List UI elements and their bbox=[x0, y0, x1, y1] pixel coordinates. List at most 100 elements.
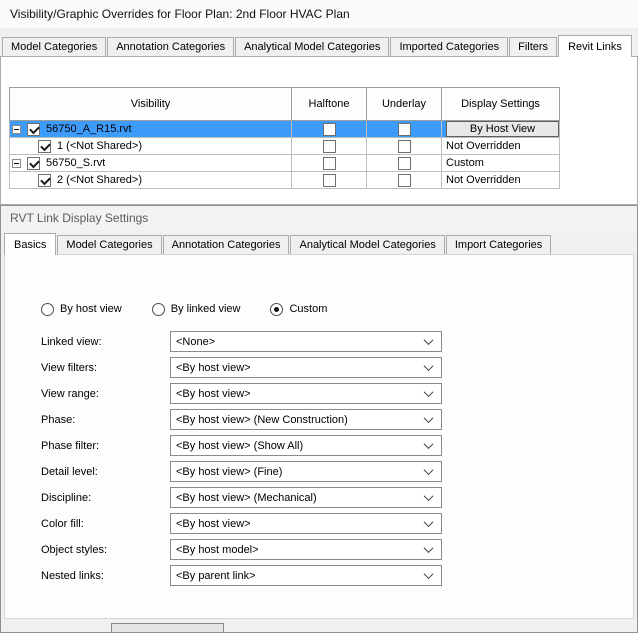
combo-discipline[interactable]: <By host view> (Mechanical) bbox=[170, 487, 442, 508]
link-row-instance-2[interactable]: 2 (<Not Shared>) Not Overridden bbox=[9, 171, 560, 189]
field-color-fill: Color fill: <By host view> bbox=[41, 513, 633, 534]
vg-titlebar: Visibility/Graphic Overrides for Floor P… bbox=[0, 0, 638, 28]
radio-label: By host view bbox=[60, 303, 122, 315]
underlay-checkbox[interactable] bbox=[397, 139, 411, 153]
combo-value: <By host model> bbox=[176, 543, 259, 556]
visibility-checkbox[interactable] bbox=[27, 156, 40, 170]
field-label: Linked view: bbox=[41, 335, 102, 348]
combo-value: <None> bbox=[176, 335, 216, 348]
field-label: Discipline: bbox=[41, 491, 92, 504]
field-label: Color fill: bbox=[41, 517, 84, 530]
underlay-checkbox[interactable] bbox=[397, 173, 411, 187]
chevron-down-icon bbox=[423, 491, 434, 502]
link-row-56750-s[interactable]: 56750_S.rvt Custom bbox=[9, 154, 560, 172]
tree-collapse-icon[interactable] bbox=[12, 158, 21, 168]
underlay-checkbox[interactable] bbox=[397, 122, 411, 136]
field-label: View filters: bbox=[41, 361, 98, 374]
combo-color-fill[interactable]: <By host view> bbox=[170, 513, 442, 534]
tab-annotation-categories[interactable]: Annotation Categories bbox=[107, 37, 235, 56]
chevron-down-icon bbox=[423, 387, 434, 398]
basics-fields: Linked view: <None> View filters: <By host … bbox=[41, 331, 633, 586]
field-view-range: View range: <By host view> bbox=[41, 383, 633, 404]
column-header-underlay: Underlay bbox=[366, 87, 442, 121]
radio-by-host-view[interactable]: By host view bbox=[41, 302, 122, 316]
column-header-halftone: Halftone bbox=[291, 87, 367, 121]
combo-object-styles[interactable]: <By host model> bbox=[170, 539, 442, 560]
rvt-tab-import-categories[interactable]: Import Categories bbox=[445, 235, 552, 254]
link-name-label: 56750_A_R15.rvt bbox=[46, 123, 132, 135]
chevron-down-icon bbox=[423, 543, 434, 554]
field-label: Nested links: bbox=[41, 569, 104, 582]
visibility-checkbox[interactable] bbox=[27, 122, 40, 136]
chevron-down-icon bbox=[423, 439, 434, 450]
column-header-visibility: Visibility bbox=[9, 87, 292, 121]
tab-imported-categories[interactable]: Imported Categories bbox=[390, 37, 509, 56]
combo-value: <By host view> bbox=[176, 517, 251, 530]
vg-dialog-title: Visibility/Graphic Overrides for Floor P… bbox=[10, 7, 350, 21]
link-name-label: 56750_S.rvt bbox=[46, 157, 106, 169]
field-nested-links: Nested links: <By parent link> bbox=[41, 565, 633, 586]
combo-value: <By host view> (Show All) bbox=[176, 439, 304, 452]
radio-by-linked-view[interactable]: By linked view bbox=[151, 302, 241, 316]
field-detail-level: Detail level: <By host view> (Fine) bbox=[41, 461, 633, 482]
link-row-56750-a-r15[interactable]: 56750_A_R15.rvt By Host View bbox=[9, 120, 560, 138]
rvt-tab-annotation-categories[interactable]: Annotation Categories bbox=[162, 235, 290, 254]
halftone-checkbox[interactable] bbox=[322, 139, 336, 153]
revit-links-tab-page: Visibility Halftone Underlay Display Settin… bbox=[0, 56, 638, 205]
cutoff-button[interactable] bbox=[111, 623, 224, 632]
tab-filters[interactable]: Filters bbox=[509, 37, 558, 56]
combo-nested-links[interactable]: <By parent link> bbox=[170, 565, 442, 586]
vg-tabstrip: Model Categories Annotation Categories Ana… bbox=[0, 34, 638, 57]
halftone-checkbox[interactable] bbox=[322, 122, 336, 136]
display-settings-button[interactable]: By Host View bbox=[446, 121, 559, 137]
combo-value: <By host view> (Fine) bbox=[176, 465, 283, 478]
chevron-down-icon bbox=[423, 465, 434, 476]
chevron-down-icon bbox=[423, 361, 434, 372]
visibility-checkbox[interactable] bbox=[38, 173, 51, 187]
tab-model-categories[interactable]: Model Categories bbox=[2, 37, 107, 56]
display-settings-value: Custom bbox=[441, 154, 560, 172]
chevron-down-icon bbox=[423, 569, 434, 580]
combo-linked-view[interactable]: <None> bbox=[170, 331, 442, 352]
halftone-checkbox[interactable] bbox=[322, 156, 336, 170]
link-row-instance-1[interactable]: 1 (<Not Shared>) Not Overridden bbox=[9, 137, 560, 155]
field-phase-filter: Phase filter: <By host view> (Show All) bbox=[41, 435, 633, 456]
tab-analytical-model-categories[interactable]: Analytical Model Categories bbox=[235, 37, 390, 56]
rvt-tabstrip: Basics Model Categories Annotation Categor… bbox=[1, 232, 637, 255]
combo-phase[interactable]: <By host view> (New Construction) bbox=[170, 409, 442, 430]
halftone-checkbox[interactable] bbox=[322, 173, 336, 187]
tab-revit-links[interactable]: Revit Links bbox=[558, 35, 632, 57]
field-phase: Phase: <By host view> (New Construction) bbox=[41, 409, 633, 430]
chevron-down-icon bbox=[423, 413, 434, 424]
display-settings-value: Not Overridden bbox=[441, 137, 560, 155]
rvt-tab-model-categories[interactable]: Model Categories bbox=[57, 235, 162, 254]
radio-circle-icon[interactable] bbox=[151, 302, 165, 316]
basics-tab-page: By host view By linked view Custom Linked … bbox=[4, 254, 634, 619]
field-linked-view: Linked view: <None> bbox=[41, 331, 633, 352]
combo-value: <By host view> bbox=[176, 361, 251, 374]
display-settings-value: Not Overridden bbox=[441, 171, 560, 189]
underlay-checkbox[interactable] bbox=[397, 156, 411, 170]
display-mode-radio-group: By host view By linked view Custom bbox=[41, 301, 633, 317]
field-label: Phase: bbox=[41, 413, 76, 426]
table-header-row: Visibility Halftone Underlay Display Settin… bbox=[9, 87, 560, 121]
combo-view-range[interactable]: <By host view> bbox=[170, 383, 442, 404]
combo-value: <By host view> (Mechanical) bbox=[176, 491, 317, 504]
tree-collapse-icon[interactable] bbox=[12, 124, 21, 134]
rvt-link-display-settings-dialog: RVT Link Display Settings Basics Model Ca… bbox=[0, 205, 638, 633]
radio-label: Custom bbox=[289, 303, 328, 315]
radio-circle-icon[interactable] bbox=[41, 302, 54, 316]
screen: Visibility/Graphic Overrides for Floor P… bbox=[0, 0, 638, 633]
radio-label: By linked view bbox=[170, 303, 241, 315]
rvt-tab-basics[interactable]: Basics bbox=[4, 233, 57, 255]
combo-value: <By host view> (New Construction) bbox=[176, 413, 348, 426]
combo-value: <By parent link> bbox=[176, 569, 256, 582]
combo-view-filters[interactable]: <By host view> bbox=[170, 357, 442, 378]
radio-circle-icon[interactable] bbox=[270, 302, 284, 316]
column-header-display-settings: Display Settings bbox=[441, 87, 560, 121]
combo-detail-level[interactable]: <By host view> (Fine) bbox=[170, 461, 442, 482]
radio-custom[interactable]: Custom bbox=[270, 302, 328, 316]
visibility-checkbox[interactable] bbox=[38, 139, 51, 153]
rvt-tab-analytical-model-categories[interactable]: Analytical Model Categories bbox=[290, 235, 445, 254]
combo-phase-filter[interactable]: <By host view> (Show All) bbox=[170, 435, 442, 456]
